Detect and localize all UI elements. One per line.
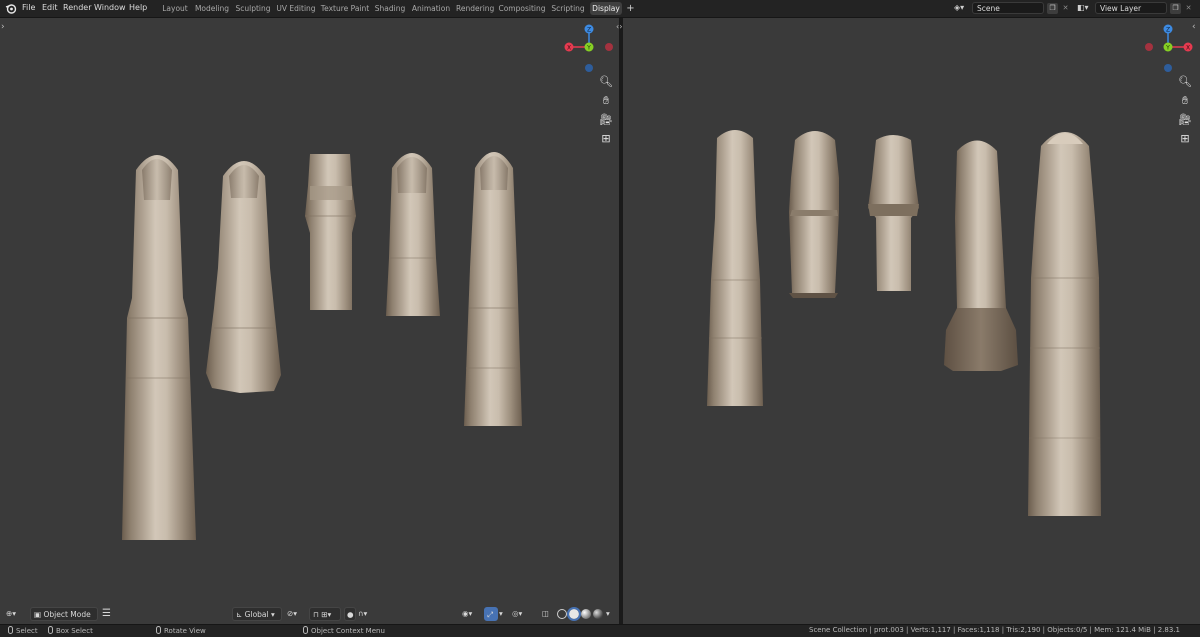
camera-icon[interactable]: 🎥︎	[1177, 112, 1193, 128]
rendered-shading-icon[interactable]	[593, 609, 603, 619]
scene-statistics: Scene Collection | prot.003 | Verts:1,11…	[809, 626, 1180, 634]
finger-mesh-1	[122, 155, 196, 540]
add-workspace-button[interactable]: +	[625, 2, 636, 15]
tab-display[interactable]: Display	[590, 2, 622, 15]
material-shading-icon[interactable]	[581, 609, 591, 619]
status-bar: Select Box Select Rotate View Object Con…	[0, 624, 1200, 637]
svg-text:Z: Z	[587, 27, 591, 34]
tab-animation[interactable]: Animation	[410, 2, 452, 15]
finger-stump-9	[944, 308, 1018, 371]
finger-nail-1	[142, 159, 172, 200]
pivot-point-icon[interactable]: ⊘▾	[287, 607, 307, 621]
new-scene-icon[interactable]: ❐	[1047, 3, 1058, 14]
gizmo-dropdown-icon[interactable]: ▾	[499, 607, 509, 621]
editor-type-icon[interactable]: ⊕▾	[6, 607, 28, 621]
navigation-gizmo-right: Z Y X	[1145, 24, 1193, 72]
tab-texture-paint[interactable]: Texture Paint	[320, 2, 370, 15]
hand-icon[interactable]: ✋︎	[598, 93, 614, 109]
finger-mesh-3	[305, 154, 356, 310]
mouse-right-icon	[303, 626, 308, 634]
finger-tip-10	[1047, 133, 1083, 144]
tab-scripting[interactable]: Scripting	[550, 2, 586, 15]
delete-scene-icon[interactable]: ✕	[1060, 3, 1071, 14]
sidebar-expand-icon[interactable]: ‹	[1192, 22, 1196, 32]
status-context-menu: Object Context Menu	[303, 626, 385, 635]
shading-options-icon[interactable]: ▾	[606, 607, 616, 621]
zoom-icon[interactable]: 🔍︎	[1177, 74, 1193, 90]
tab-modeling[interactable]: Modeling	[194, 2, 230, 15]
menu-file[interactable]: File	[22, 3, 35, 12]
tab-layout[interactable]: Layout	[160, 2, 190, 15]
solid-shading-icon[interactable]	[567, 607, 581, 621]
finger-mesh-9	[955, 140, 1006, 308]
hand-icon[interactable]: ✋︎	[1177, 93, 1193, 109]
zoom-icon[interactable]: 🔍︎	[598, 74, 614, 90]
mode-select[interactable]: ▣ Object Mode ▾	[30, 607, 98, 621]
toolbar-expand-icon[interactable]: ›	[1, 22, 5, 32]
menu-edit[interactable]: Edit	[42, 3, 58, 12]
grid-icon[interactable]: ⊞	[598, 131, 614, 147]
wireframe-shading-icon[interactable]	[557, 609, 567, 619]
status-select: Select	[8, 626, 38, 635]
tab-rendering[interactable]: Rendering	[456, 2, 494, 15]
grid-icon[interactable]: ⊞	[1177, 131, 1193, 147]
svg-text:Z: Z	[1166, 27, 1170, 34]
top-bar: File Edit Render Window Help Layout Mode…	[0, 0, 1200, 18]
svg-text:X: X	[567, 45, 571, 52]
scene-name-field[interactable]: Scene	[972, 2, 1044, 14]
tab-shading[interactable]: Shading	[374, 2, 406, 15]
visibility-icon[interactable]: ◉▾	[462, 607, 482, 621]
svg-text:Y: Y	[1165, 45, 1170, 52]
finger-meshes-right: Z Y X	[707, 24, 1193, 516]
status-box-select: Box Select	[48, 626, 93, 635]
mouse-left-icon	[8, 626, 13, 634]
overlay-icon[interactable]: ◎▾	[512, 607, 532, 621]
scene-browse-icon[interactable]: ◈▾	[954, 3, 970, 14]
view-layer-name-field[interactable]: View Layer	[1095, 2, 1167, 14]
snap-icon[interactable]: ⊓ ⊞▾	[309, 607, 341, 621]
view-layer-browse-icon[interactable]: ◧▾	[1077, 3, 1093, 14]
svg-text:X: X	[1186, 45, 1190, 52]
new-view-layer-icon[interactable]: ❐	[1170, 3, 1181, 14]
blender-logo-icon[interactable]	[5, 3, 17, 14]
svg-text:Y: Y	[586, 45, 591, 52]
proportional-edit-icon[interactable]: ●	[344, 607, 356, 621]
finger-mesh-6	[707, 130, 763, 406]
mouse-drag-icon	[48, 626, 53, 634]
viewport-right[interactable]: Z Y X 🔍︎ ✋︎ 🎥︎ ⊞ ‹	[623, 18, 1200, 624]
viewport-left[interactable]: Z Y X 🔍︎ ✋︎ 🎥︎ ⊞ › ⊕▾ ▣ Object Mode ▾ ☰ …	[0, 18, 619, 624]
finger-nail-4	[397, 157, 427, 193]
navigation-gizmo-left: Z Y X	[564, 24, 613, 72]
status-rotate-view: Rotate View	[156, 626, 206, 635]
tab-uv-editing[interactable]: UV Editing	[276, 2, 316, 15]
tab-sculpting[interactable]: Sculpting	[234, 2, 272, 15]
gizmo-toggle-icon[interactable]: ⤢	[484, 607, 498, 621]
area-split-icon[interactable]: ‹›	[616, 22, 622, 31]
viewport-header-left: ⊕▾ ▣ Object Mode ▾ ☰ ⊾ Global ▾ ⊘▾ ⊓ ⊞▾ …	[0, 604, 619, 624]
menu-help[interactable]: Help	[129, 3, 147, 12]
menu-hamburger-icon[interactable]: ☰	[102, 607, 114, 621]
finger-band-3	[310, 186, 352, 200]
orientation-label: Global	[244, 610, 269, 619]
finger-mesh-5	[464, 152, 522, 426]
finger-mesh-10	[1028, 132, 1101, 516]
xray-icon[interactable]: ◫	[542, 607, 554, 621]
finger-meshes-left: Z Y X	[122, 24, 613, 540]
falloff-icon[interactable]: ∩▾	[358, 607, 378, 621]
camera-icon[interactable]: 🎥︎	[598, 112, 614, 128]
mode-label: Object Mode	[43, 610, 91, 619]
delete-view-layer-icon[interactable]: ✕	[1183, 3, 1194, 14]
transform-orientation-select[interactable]: ⊾ Global ▾	[232, 607, 282, 621]
mouse-middle-icon	[156, 626, 161, 634]
menu-render[interactable]: Render	[63, 3, 91, 12]
tab-compositing[interactable]: Compositing	[498, 2, 546, 15]
menu-window[interactable]: Window	[94, 3, 126, 12]
